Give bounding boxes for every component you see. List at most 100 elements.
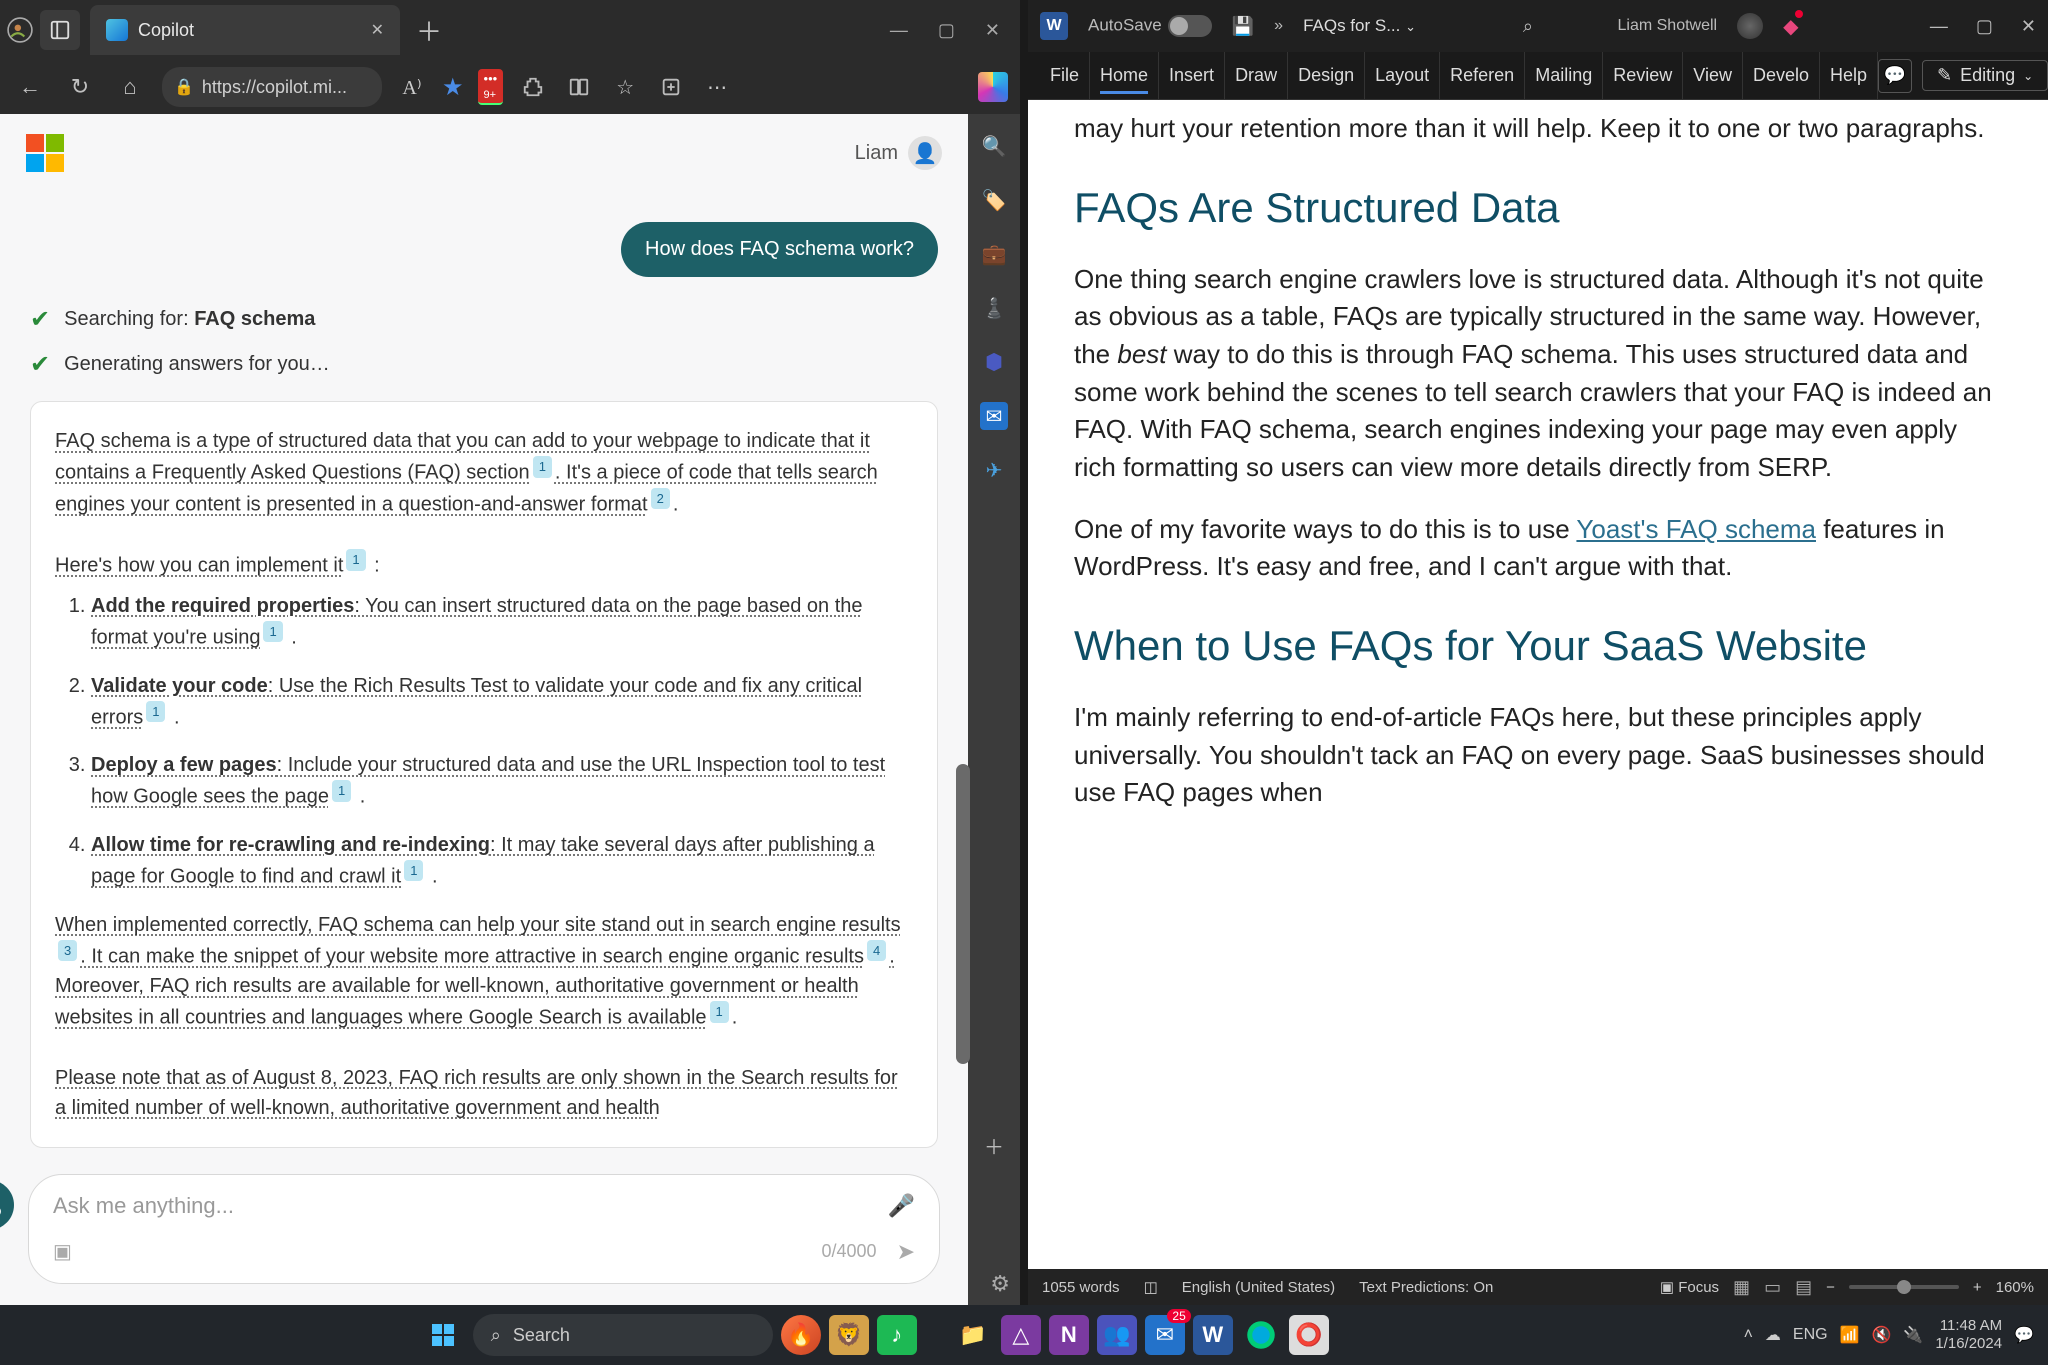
- citation-1[interactable]: 1: [404, 860, 423, 882]
- drop-icon[interactable]: ✈: [980, 456, 1008, 484]
- word-document-body[interactable]: may hurt your retention more than it wil…: [1028, 100, 2048, 1269]
- clock[interactable]: 11:48 AM1/16/2024: [1935, 1317, 2002, 1353]
- back-button[interactable]: ←: [12, 69, 48, 105]
- overflow-icon[interactable]: »: [1274, 17, 1283, 35]
- file-explorer-icon[interactable]: 📁: [953, 1315, 993, 1355]
- user-info[interactable]: Liam 👤: [855, 136, 942, 170]
- tab-home[interactable]: Home: [1090, 52, 1159, 99]
- favorites-icon[interactable]: ☆: [609, 71, 641, 103]
- language-status[interactable]: English (United States): [1182, 1279, 1335, 1296]
- browser-tab[interactable]: Copilot ✕: [90, 5, 400, 55]
- account-avatar-icon[interactable]: [1737, 13, 1763, 39]
- battery-icon[interactable]: 🔌: [1903, 1325, 1923, 1345]
- citation-2[interactable]: 2: [651, 488, 670, 510]
- word-icon[interactable]: W: [1193, 1315, 1233, 1355]
- print-layout-icon[interactable]: ▭: [1764, 1277, 1781, 1298]
- doc-link[interactable]: Yoast's FAQ schema: [1576, 514, 1816, 544]
- menu-icon[interactable]: ⋯: [701, 71, 733, 103]
- close-icon[interactable]: ✕: [2021, 16, 2036, 37]
- maximize-icon[interactable]: ▢: [938, 20, 955, 41]
- zoom-in-icon[interactable]: +: [1973, 1279, 1982, 1296]
- tabs-sidebar-icon[interactable]: [40, 10, 80, 50]
- account-name[interactable]: Liam Shotwell: [1618, 17, 1718, 35]
- focus-mode[interactable]: ▣ Focus: [1660, 1278, 1719, 1296]
- citation-1[interactable]: 1: [346, 549, 365, 571]
- spotify-icon[interactable]: ♪: [877, 1315, 917, 1355]
- copilot-launcher-icon[interactable]: [978, 72, 1008, 102]
- shopping-icon[interactable]: 🏷️: [980, 186, 1008, 214]
- language-indicator[interactable]: ENG: [1793, 1326, 1828, 1344]
- tray-chevron-icon[interactable]: ˄: [1744, 1326, 1753, 1344]
- new-tab-button[interactable]: ＋: [416, 12, 442, 49]
- image-upload-icon[interactable]: ▣: [53, 1239, 72, 1264]
- close-icon[interactable]: ✕: [985, 20, 1000, 41]
- tab-insert[interactable]: Insert: [1159, 52, 1225, 99]
- volume-icon[interactable]: 🔇: [1872, 1325, 1892, 1345]
- onenote-icon[interactable]: N: [1049, 1315, 1089, 1355]
- extensions-icon[interactable]: [517, 71, 549, 103]
- favorite-star-icon[interactable]: ★: [442, 73, 464, 102]
- add-sidebar-icon[interactable]: ＋: [980, 1131, 1008, 1159]
- edge-icon[interactable]: [1241, 1315, 1281, 1355]
- split-screen-icon[interactable]: [563, 71, 595, 103]
- new-topic-button[interactable]: [0, 1180, 14, 1230]
- lastpass-icon[interactable]: •••9+: [478, 69, 504, 105]
- text-predictions[interactable]: Text Predictions: On: [1359, 1279, 1493, 1296]
- search-icon[interactable]: 🔍: [980, 132, 1008, 160]
- home-button[interactable]: ⌂: [112, 69, 148, 105]
- app-icon[interactable]: △: [1001, 1315, 1041, 1355]
- word-count[interactable]: 1055 words: [1042, 1279, 1120, 1296]
- citation-1[interactable]: 1: [533, 456, 552, 478]
- minimize-icon[interactable]: —: [890, 20, 908, 41]
- comments-button[interactable]: 💬: [1878, 59, 1912, 93]
- citation-1[interactable]: 1: [710, 1001, 729, 1023]
- app-icon[interactable]: ⭕: [1289, 1315, 1329, 1355]
- tab-file[interactable]: File: [1040, 52, 1090, 99]
- refresh-button[interactable]: ↻: [62, 69, 98, 105]
- wifi-icon[interactable]: 📶: [1840, 1325, 1860, 1345]
- autosave-toggle[interactable]: [1168, 15, 1212, 37]
- settings-gear-icon[interactable]: ⚙: [990, 1271, 1010, 1297]
- document-name[interactable]: FAQs for S... ⌄: [1303, 16, 1416, 36]
- m365-icon[interactable]: [980, 348, 1008, 376]
- onedrive-icon[interactable]: ☁: [1765, 1325, 1781, 1345]
- tab-layout[interactable]: Layout: [1365, 52, 1440, 99]
- diamond-icon[interactable]: ◆: [1783, 14, 1798, 39]
- editing-mode-button[interactable]: ✎ Editing ⌄: [1922, 60, 2048, 91]
- start-button[interactable]: [421, 1313, 465, 1357]
- chat-input[interactable]: Ask me anything...: [53, 1193, 874, 1219]
- citation-1[interactable]: 1: [146, 701, 165, 723]
- read-mode-icon[interactable]: ▦: [1733, 1277, 1750, 1298]
- citation-4[interactable]: 4: [867, 940, 886, 962]
- tab-developer[interactable]: Develo: [1743, 52, 1820, 99]
- tab-close-icon[interactable]: ✕: [371, 20, 384, 40]
- zoom-out-icon[interactable]: −: [1826, 1279, 1835, 1296]
- tab-references[interactable]: Referen: [1440, 52, 1525, 99]
- tools-icon[interactable]: 💼: [980, 240, 1008, 268]
- citation-1[interactable]: 1: [263, 621, 282, 643]
- citation-1[interactable]: 1: [332, 780, 351, 802]
- accessibility-icon[interactable]: ◫: [1144, 1278, 1158, 1296]
- maximize-icon[interactable]: ▢: [1976, 16, 1993, 37]
- web-layout-icon[interactable]: ▤: [1795, 1277, 1812, 1298]
- tab-mailings[interactable]: Mailing: [1525, 52, 1603, 99]
- tab-view[interactable]: View: [1683, 52, 1743, 99]
- games-icon[interactable]: ♟️: [980, 294, 1008, 322]
- zoom-slider[interactable]: [1849, 1285, 1959, 1289]
- microphone-icon[interactable]: 🎤: [888, 1193, 915, 1219]
- collections-icon[interactable]: [655, 71, 687, 103]
- outlook-icon[interactable]: ✉25: [1145, 1315, 1185, 1355]
- tab-review[interactable]: Review: [1603, 52, 1683, 99]
- app-icon[interactable]: 🔥: [781, 1315, 821, 1355]
- send-icon[interactable]: ➤: [897, 1239, 915, 1265]
- word-search-icon[interactable]: ⌕: [1523, 16, 1533, 37]
- minimize-icon[interactable]: —: [1930, 16, 1948, 37]
- zoom-level[interactable]: 160%: [1996, 1279, 2034, 1296]
- app-icon[interactable]: 🦁: [829, 1315, 869, 1355]
- address-bar[interactable]: 🔒 https://copilot.mi...: [162, 67, 382, 107]
- tab-draw[interactable]: Draw: [1225, 52, 1288, 99]
- save-icon[interactable]: 💾: [1232, 16, 1254, 37]
- citation-3[interactable]: 3: [58, 940, 77, 962]
- notifications-icon[interactable]: 💬: [2014, 1325, 2034, 1345]
- reader-icon[interactable]: A⁾: [396, 71, 428, 103]
